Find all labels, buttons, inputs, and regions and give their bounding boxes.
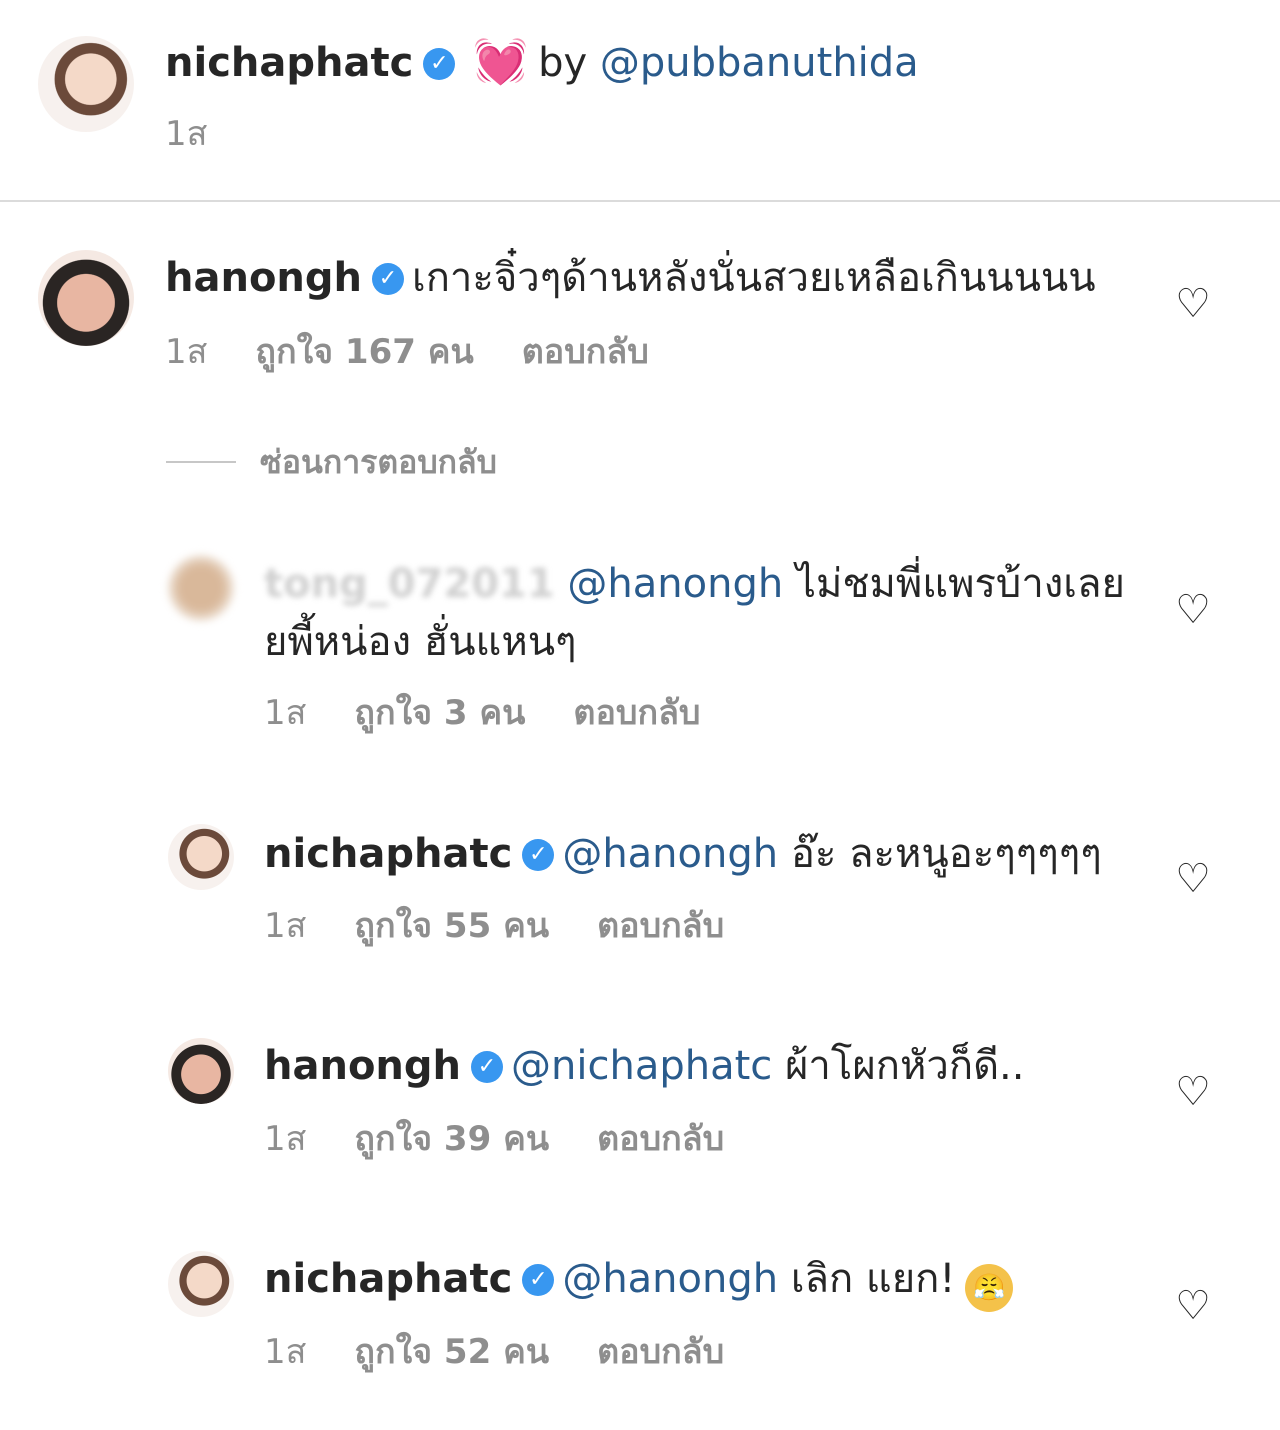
verified-badge-icon: ✓ [372, 263, 405, 295]
reply-line: nichaphatc ✓ @hanongh เลิก แยก! 😤 [264, 1255, 1014, 1312]
reply-mention[interactable]: @hanongh [562, 1256, 778, 1302]
reply-text: ไม่ชมพี่แพรบ้างเลย [795, 561, 1125, 607]
reply-mention[interactable]: @nichaphatc [511, 1043, 772, 1089]
reply-text: เลิก แยก! [790, 1256, 956, 1302]
reply-username[interactable]: tong_072011 [264, 561, 555, 607]
comment-username[interactable]: hanongh [165, 255, 362, 301]
comment-text: เกาะจิ๋วๆด้านหลังนั่นสวยเหลือเกินนนนน [412, 255, 1096, 301]
reply-likes[interactable]: ถูกใจ 55 คน [354, 906, 549, 946]
reply-text-2: ยพี้หน่อง ฮั่นแหนๆ [264, 619, 577, 665]
comment-avatar[interactable] [38, 250, 134, 346]
reply-button[interactable]: ตอบกลับ [597, 906, 724, 946]
heart-outline-icon[interactable]: ♡ [1171, 282, 1215, 326]
reply-username[interactable]: nichaphatc [264, 831, 512, 877]
comment-reply-button[interactable]: ตอบกลับ [522, 332, 649, 372]
heart-outline-icon[interactable]: ♡ [1171, 857, 1215, 901]
hide-replies-button[interactable]: ซ่อนการตอบกลับ [166, 442, 497, 482]
divider [0, 200, 1280, 202]
reply-time: 1ส [264, 1119, 307, 1159]
reply-line: nichaphatc ✓ @hanongh อ๊ะ ละหนูอะๆๆๆๆๆ [264, 830, 1102, 878]
verified-badge-icon: ✓ [471, 1051, 504, 1083]
comment-time: 1ส [165, 332, 208, 372]
reply-meta: 1ส ถูกใจ 39 คน ตอบกลับ [264, 1119, 772, 1159]
reply-time: 1ส [264, 693, 307, 733]
reply-text: อ๊ะ ละหนูอะๆๆๆๆๆ [790, 831, 1102, 877]
comment-line: hanongh ✓ เกาะจิ๋วๆด้านหลังนั่นสวยเหลือเกิ… [165, 254, 1096, 302]
caption-mention[interactable]: @pubbanuthida [600, 40, 919, 86]
reply-meta: 1ส ถูกใจ 52 คน ตอบกลับ [264, 1332, 772, 1372]
caption-line: nichaphatc ✓ 💓 by @pubbanuthida [165, 38, 919, 87]
steam-face-emoji-icon: 😤 [965, 1264, 1014, 1312]
heart-outline-icon[interactable]: ♡ [1171, 1284, 1215, 1328]
reply-meta: 1ส ถูกใจ 55 คน ตอบกลับ [264, 906, 772, 946]
comment-likes[interactable]: ถูกใจ 167 คน [255, 332, 473, 372]
caption-by: by [538, 40, 588, 86]
caption-username[interactable]: nichaphatc [165, 40, 413, 86]
comment-meta: 1ส ถูกใจ 167 คน ตอบกลับ [165, 332, 697, 372]
reply-avatar[interactable] [168, 824, 234, 890]
reply-avatar[interactable] [168, 1251, 234, 1317]
verified-badge-icon: ✓ [522, 1264, 555, 1296]
reply-time: 1ส [264, 1332, 307, 1372]
reply-likes[interactable]: ถูกใจ 52 คน [354, 1332, 549, 1372]
reply-avatar[interactable] [168, 555, 234, 621]
reply-text: ผ้าโผกหัวก็ดี.. [784, 1043, 1025, 1089]
reply-button[interactable]: ตอบกลับ [597, 1119, 724, 1159]
reply-meta: 1ส ถูกใจ 3 คน ตอบกลับ [264, 693, 749, 733]
heart-emoji-icon: 💓 [473, 36, 529, 87]
hide-replies-label: ซ่อนการตอบกลับ [260, 443, 497, 481]
reply-likes[interactable]: ถูกใจ 39 คน [354, 1119, 549, 1159]
verified-badge-icon: ✓ [423, 48, 456, 80]
verified-badge-icon: ✓ [522, 839, 555, 871]
heart-outline-icon[interactable]: ♡ [1171, 588, 1215, 632]
heart-outline-icon[interactable]: ♡ [1171, 1070, 1215, 1114]
reply-username[interactable]: nichaphatc [264, 1256, 512, 1302]
reply-line: hanongh ✓ @nichaphatc ผ้าโผกหัวก็ดี.. [264, 1042, 1024, 1090]
reply-likes[interactable]: ถูกใจ 3 คน [354, 693, 525, 733]
reply-mention[interactable]: @hanongh [562, 831, 778, 877]
reply-line-2: ยพี้หน่อง ฮั่นแหนๆ [264, 618, 577, 666]
reply-avatar[interactable] [168, 1038, 234, 1104]
reply-line: tong_072011 @hanongh ไม่ชมพี่แพรบ้างเลย [264, 560, 1125, 608]
reply-username[interactable]: hanongh [264, 1043, 461, 1089]
caption-time: 1ส [165, 114, 208, 154]
caption-meta: 1ส [165, 114, 255, 154]
reply-mention[interactable]: @hanongh [567, 561, 783, 607]
hide-replies-line [166, 461, 236, 463]
reply-button[interactable]: ตอบกลับ [573, 693, 700, 733]
caption-avatar[interactable] [38, 36, 134, 132]
reply-button[interactable]: ตอบกลับ [597, 1332, 724, 1372]
reply-time: 1ส [264, 906, 307, 946]
